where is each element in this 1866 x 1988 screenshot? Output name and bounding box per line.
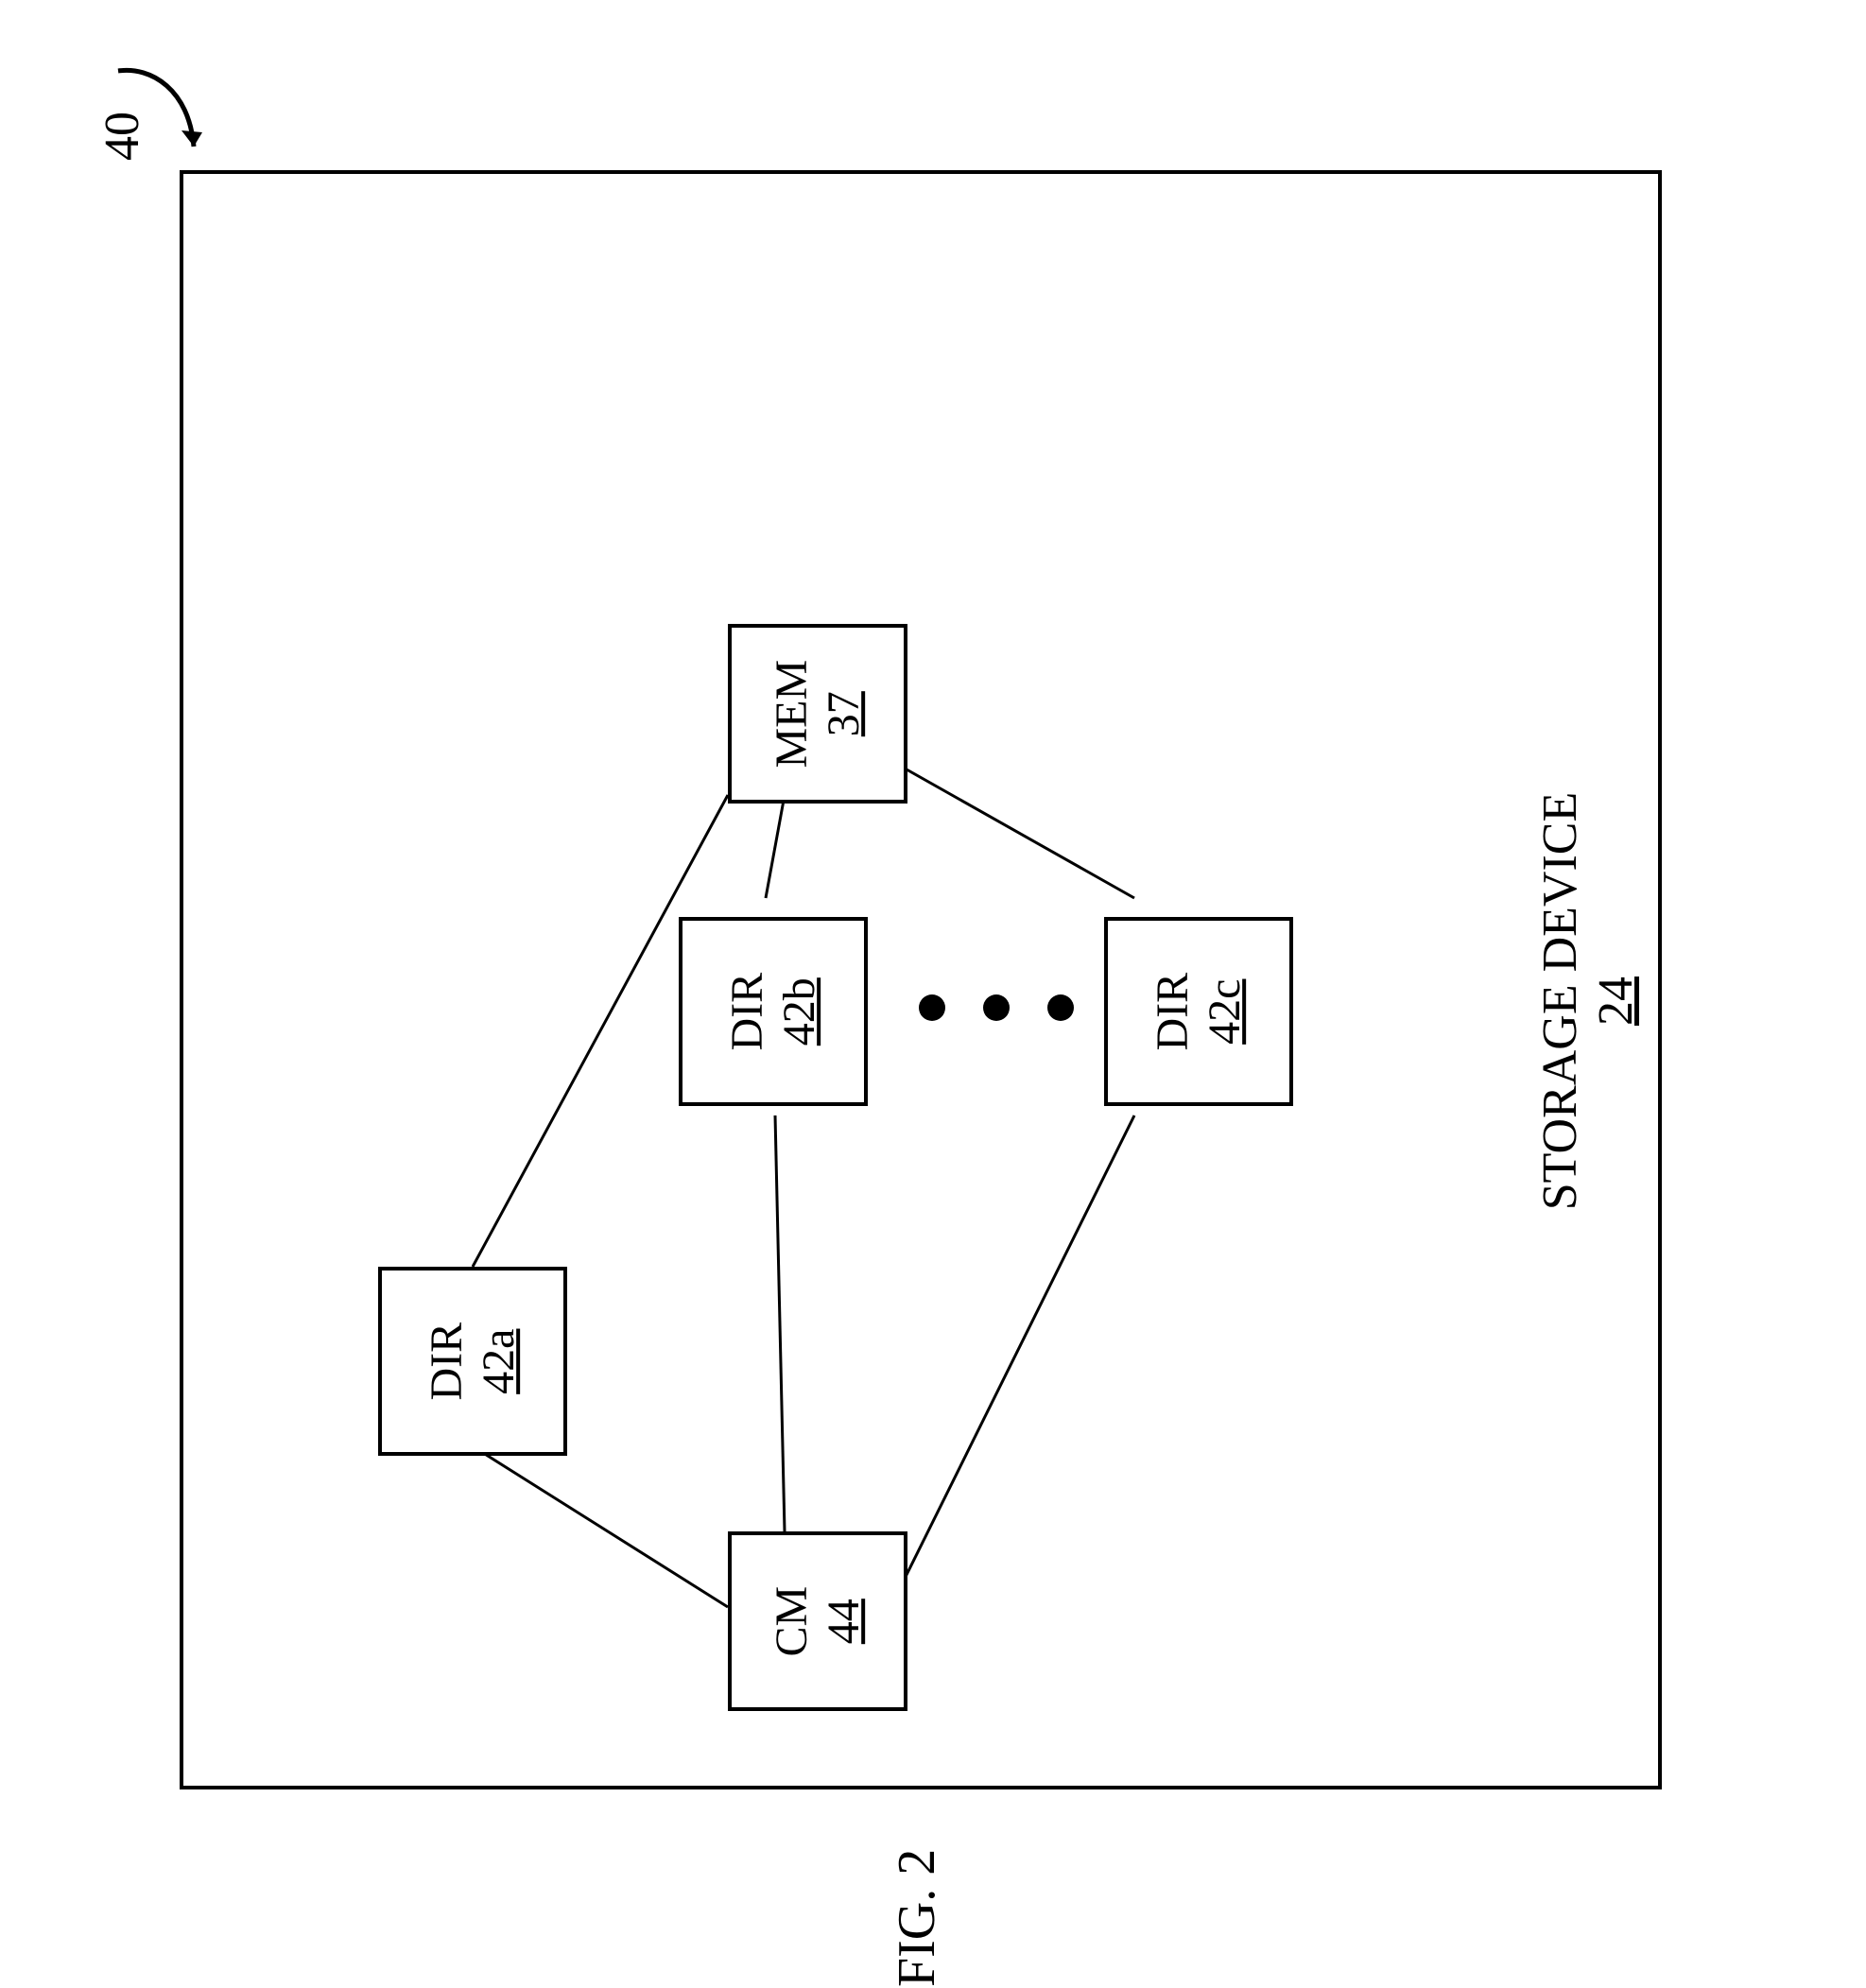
storage-device-container <box>180 170 1662 1789</box>
dir-c-node: DIR 42c <box>1104 917 1293 1106</box>
dir-c-ref: 42c <box>1199 973 1251 1051</box>
cm-ref: 44 <box>818 1586 870 1657</box>
dir-a-node: DIR 42a <box>378 1267 567 1456</box>
dir-b-ref: 42b <box>773 973 825 1051</box>
ellipsis-dot <box>919 994 945 1021</box>
dir-a-label: DIR <box>422 1322 472 1401</box>
ellipsis-dot <box>983 994 1010 1021</box>
cm-label: CM <box>767 1586 817 1657</box>
container-title: STORAGE DEVICE 24 <box>1532 717 1644 1285</box>
cm-node: CM 44 <box>728 1531 907 1711</box>
reference-arrow-icon <box>104 57 217 170</box>
mem-ref: 37 <box>818 660 870 769</box>
container-title-text: STORAGE DEVICE <box>1533 792 1587 1210</box>
dir-c-label: DIR <box>1148 973 1198 1051</box>
dir-b-node: DIR 42b <box>679 917 868 1106</box>
diagram-canvas: 40 STORAGE DEVICE 24 MEM 37 DIR <box>0 0 1866 1988</box>
dir-b-label: DIR <box>722 973 772 1051</box>
mem-node: MEM 37 <box>728 624 907 804</box>
dir-a-ref: 42a <box>473 1322 525 1401</box>
container-title-ref: 24 <box>1588 717 1644 1285</box>
ellipsis-dot <box>1047 994 1074 1021</box>
mem-label: MEM <box>767 660 817 769</box>
figure-caption: FIG. 2 <box>887 1798 947 1987</box>
